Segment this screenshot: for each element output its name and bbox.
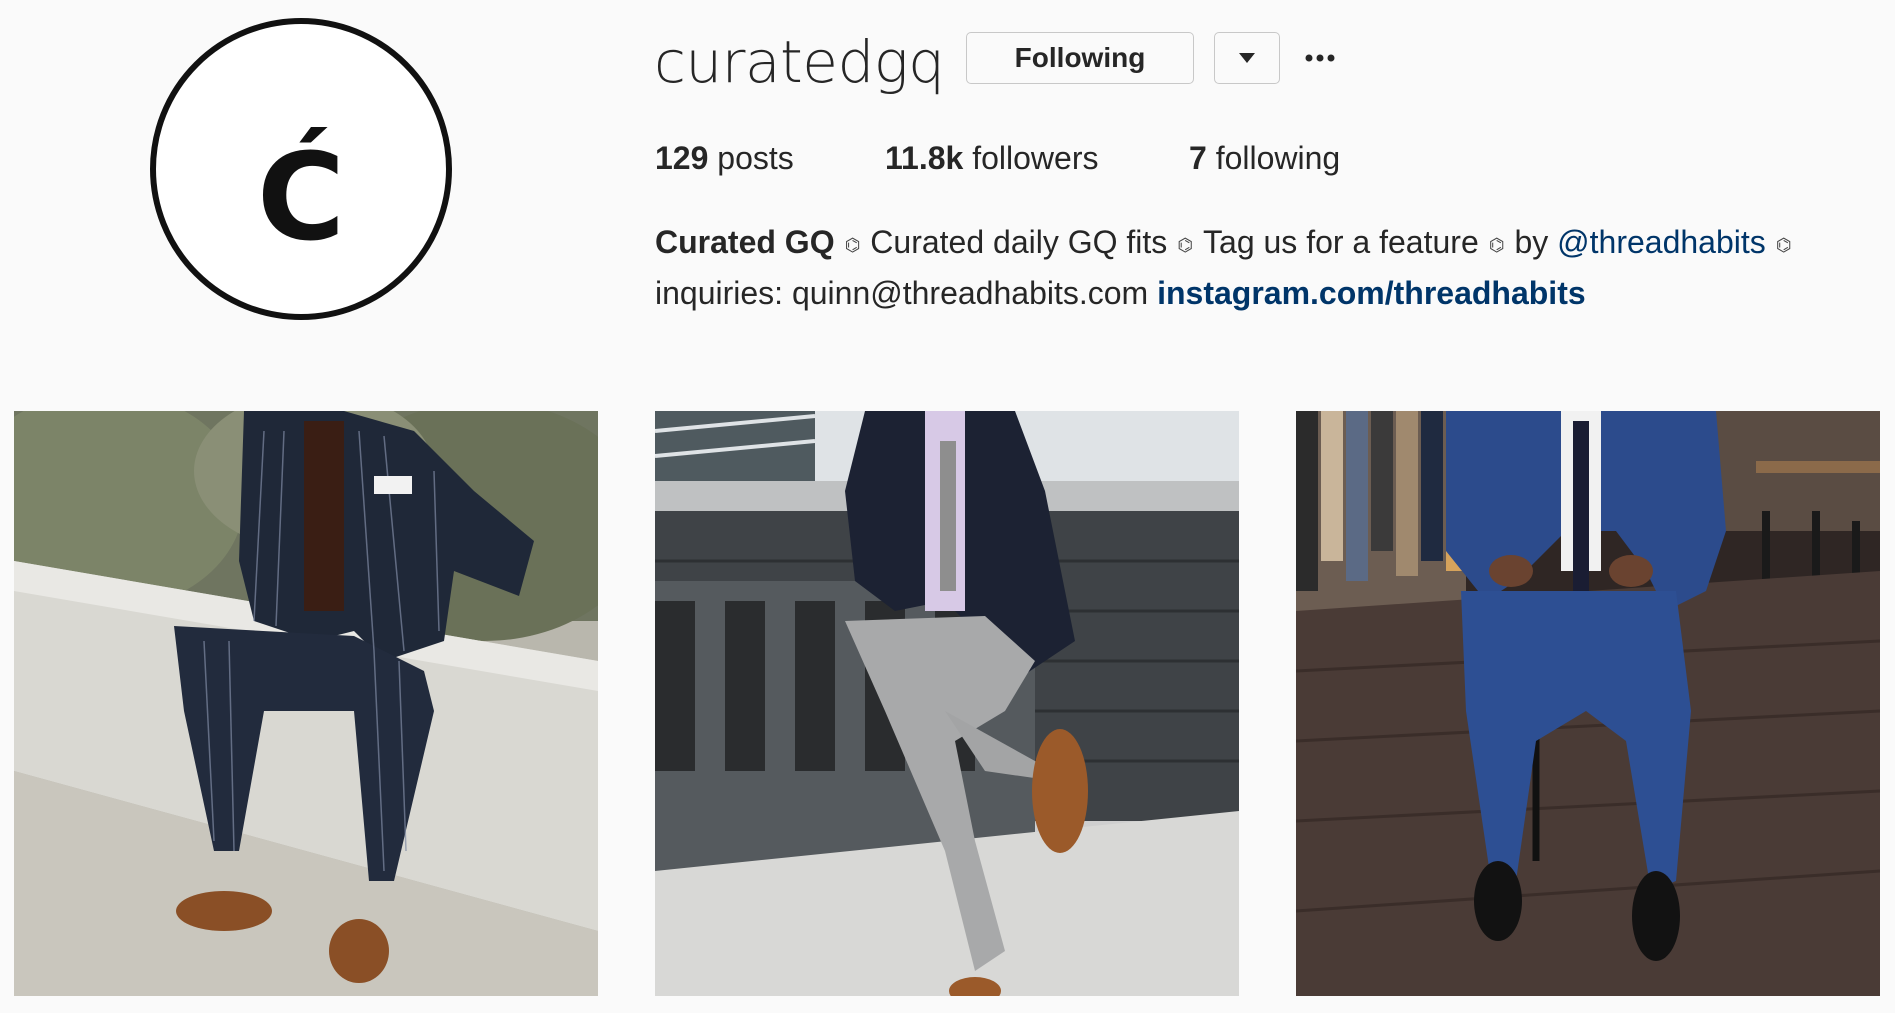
- svg-text:Ć: Ć: [257, 128, 345, 268]
- followers-count: 11.8k: [885, 140, 964, 176]
- profile-bio: Curated GQ ⌬ Curated daily GQ fits ⌬ Tag us …: [655, 218, 1895, 317]
- caret-down-icon: [1239, 53, 1255, 63]
- post-thumbnail[interactable]: [655, 411, 1239, 996]
- bio-website-link[interactable]: instagram.com/threadhabits: [1157, 275, 1586, 311]
- bio-separator: ⌬: [1488, 234, 1505, 255]
- post-image: [1296, 411, 1880, 996]
- bio-text-3: by: [1514, 224, 1549, 260]
- bio-separator: ⌬: [1177, 234, 1194, 255]
- bio-inquiries: inquiries: quinn@threadhabits.com: [655, 274, 1149, 311]
- post-image: [14, 411, 598, 996]
- post-thumbnail[interactable]: [1296, 411, 1880, 996]
- more-options-button[interactable]: [1300, 32, 1340, 84]
- bio-full-name: Curated GQ: [655, 224, 835, 260]
- bio-separator: ⌬: [844, 234, 861, 255]
- suggestions-dropdown-button[interactable]: [1214, 32, 1280, 84]
- bio-text-2: Tag us for a feature: [1203, 224, 1479, 260]
- followers-label: followers: [972, 140, 1099, 176]
- following-stat[interactable]: 7 following: [1189, 136, 1340, 180]
- posts-stat: 129 posts: [655, 136, 794, 180]
- posts-count: 129: [655, 140, 709, 176]
- more-options-icon: [1305, 54, 1335, 62]
- profile-username: curatedgq: [654, 28, 945, 96]
- bio-line-1: Curated GQ ⌬ Curated daily GQ fits ⌬ Tag us …: [655, 218, 1895, 269]
- profile-avatar[interactable]: Ć: [150, 18, 452, 320]
- bio-separator: ⌬: [1775, 234, 1792, 255]
- post-image: [655, 411, 1239, 996]
- following-button[interactable]: Following: [966, 32, 1194, 84]
- following-label: following: [1215, 140, 1341, 176]
- curated-c-logo-icon: Ć: [257, 128, 345, 268]
- bio-line-2: inquiries: quinn@threadhabits.com instag…: [655, 269, 1895, 317]
- bio-mention-link[interactable]: @threadhabits: [1557, 224, 1766, 260]
- followers-stat[interactable]: 11.8k followers: [885, 136, 1098, 180]
- post-thumbnail[interactable]: [14, 411, 598, 996]
- following-count: 7: [1189, 140, 1207, 176]
- bio-text-1: Curated daily GQ fits: [870, 224, 1168, 260]
- posts-label: posts: [717, 140, 794, 176]
